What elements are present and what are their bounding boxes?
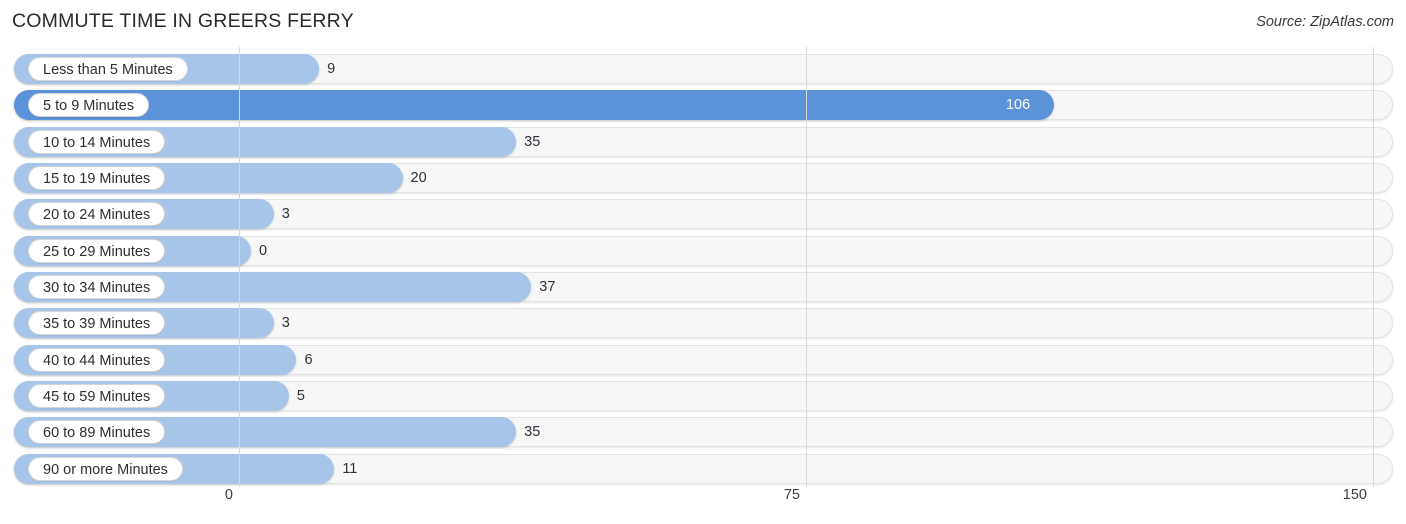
- bar-category-label: Less than 5 Minutes: [28, 57, 188, 81]
- chart-container: COMMUTE TIME IN GREERS FERRY Source: Zip…: [0, 0, 1406, 524]
- bar-value-label: 11: [342, 460, 358, 477]
- bar-category-label: 45 to 59 Minutes: [28, 383, 166, 408]
- bar-value-label: 9: [327, 61, 336, 77]
- bar-category-label: 60 to 89 Minutes: [28, 420, 166, 445]
- bar-category-label: 10 to 14 Minutes: [28, 129, 166, 154]
- bar-row[interactable]: 40 to 44 Minutes 6: [14, 344, 1393, 375]
- bar-row[interactable]: 60 to 89 Minutes 35: [14, 417, 1393, 448]
- bar-value-label: 106: [1005, 97, 1031, 114]
- bar-row[interactable]: 5 to 9 Minutes 106: [14, 90, 1393, 121]
- bar-row[interactable]: Less than 5 Minutes 9: [14, 54, 1393, 84]
- bar-row[interactable]: 35 to 39 Minutes 3: [14, 308, 1393, 339]
- bar-category-label: 90 or more Minutes: [28, 456, 183, 481]
- bar-row[interactable]: 20 to 24 Minutes 3: [14, 199, 1393, 230]
- bar-category-label: 30 to 34 Minutes: [28, 274, 166, 299]
- bar-row[interactable]: 10 to 14 Minutes 35: [14, 126, 1393, 157]
- bar-category-label: 5 to 9 Minutes: [28, 93, 150, 118]
- bar-value-label: 35: [524, 133, 541, 150]
- bar-row[interactable]: 45 to 59 Minutes 5: [14, 380, 1393, 411]
- bar-value-label: 37: [539, 278, 556, 295]
- x-axis-tick-label: 150: [1342, 487, 1367, 503]
- page-title: COMMUTE TIME IN GREERS FERRY: [12, 10, 354, 32]
- bar-value-label: 5: [296, 387, 305, 404]
- bar-row[interactable]: 25 to 29 Minutes 0: [14, 235, 1393, 266]
- bar-value-label: 0: [259, 242, 268, 259]
- bar-category-label: 40 to 44 Minutes: [28, 347, 166, 372]
- source-attribution: Source: ZipAtlas.com: [1256, 14, 1394, 30]
- bar-category-label: 15 to 19 Minutes: [28, 165, 166, 190]
- bar-value-label: 3: [281, 315, 290, 332]
- bar-row[interactable]: 30 to 34 Minutes 37: [14, 271, 1393, 302]
- bar-category-label: 35 to 39 Minutes: [28, 311, 166, 336]
- bar[interactable]: [14, 90, 1054, 121]
- bar-value-label: 35: [524, 424, 541, 441]
- bar-row[interactable]: 90 or more Minutes 11: [14, 453, 1393, 484]
- bar-value-label: 6: [304, 351, 313, 368]
- bar-category-label: 25 to 29 Minutes: [28, 238, 166, 263]
- x-axis: 0 75 150: [0, 487, 1406, 511]
- bar-category-label: 20 to 24 Minutes: [28, 202, 166, 227]
- bar-value-label: 20: [410, 169, 427, 186]
- bar-row[interactable]: 15 to 19 Minutes 20: [14, 162, 1393, 193]
- plot-area: Less than 5 Minutes 9 5 to 9 Minutes 106 10 …: [0, 47, 1406, 487]
- bar-value-label: 3: [281, 206, 290, 223]
